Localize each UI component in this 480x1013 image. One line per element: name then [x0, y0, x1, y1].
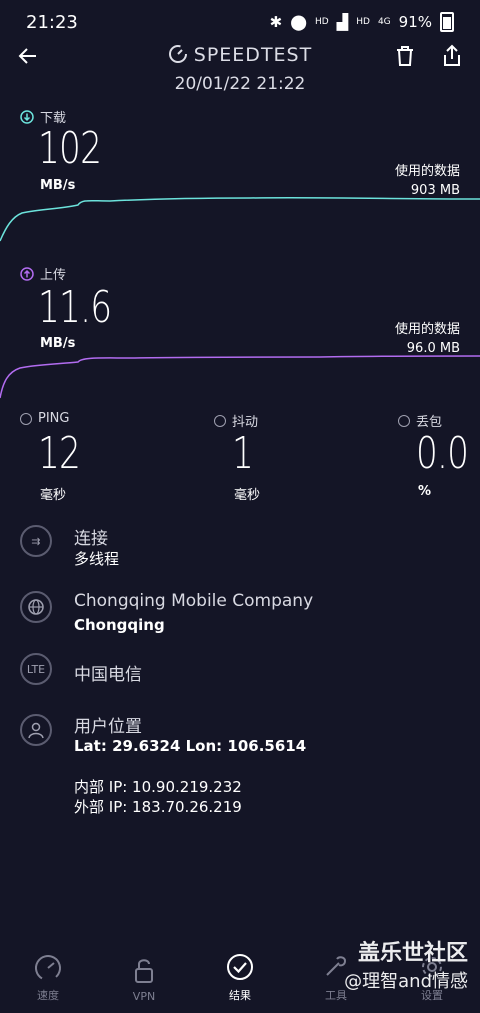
- loss-value: 0.0: [416, 428, 469, 479]
- nav-vpn-label: VPN: [132, 990, 156, 1003]
- download-graph: [0, 196, 480, 242]
- jitter-icon: [214, 414, 226, 427]
- battery-icon: [440, 12, 454, 32]
- ping-icon: [20, 412, 32, 425]
- download-value: 102: [38, 123, 102, 174]
- trash-icon[interactable]: [394, 45, 416, 67]
- network-type: 4G: [377, 17, 391, 27]
- external-ip: 外部 IP: 183.70.26.219: [74, 798, 242, 816]
- status-icons: ✱ ⬤ HD ▟ HD 4G 91%: [270, 12, 454, 32]
- battery-percent: 91%: [398, 13, 432, 31]
- unlock-icon: [135, 959, 153, 983]
- upload-graph: [0, 355, 480, 399]
- hd-badge-2: HD: [356, 17, 370, 27]
- ping-value: 12: [38, 428, 81, 479]
- jitter-unit: 毫秒: [234, 488, 261, 503]
- watermark: 盖乐世社区 @理智and情感: [344, 935, 468, 993]
- lte-icon: LTE: [20, 653, 52, 685]
- watermark-line1: 盖乐世社区: [357, 941, 468, 966]
- download-arrow-icon: [20, 109, 34, 124]
- packet-loss-icon: [398, 414, 410, 427]
- ping-label: PING: [38, 411, 70, 426]
- app-title: SPEEDTEST: [193, 44, 313, 66]
- nav-speed[interactable]: 速度: [8, 953, 88, 1003]
- upload-label-row: 上传: [20, 264, 66, 283]
- status-time: 21:23: [26, 12, 78, 33]
- test-date: 20/01/22 21:22: [174, 74, 306, 94]
- globe-icon: [20, 591, 52, 623]
- location-title: 用户位置: [74, 717, 142, 737]
- nav-results[interactable]: 结果: [200, 953, 280, 1003]
- ping-label-row: PING: [20, 411, 69, 426]
- upload-unit: MB/s: [40, 336, 76, 351]
- nav-vpn[interactable]: VPN: [104, 956, 184, 1003]
- server-title[interactable]: Chongqing Mobile Company: [74, 591, 313, 611]
- connection-icon: ⇉: [20, 525, 52, 557]
- server-location: Chongqing: [74, 616, 165, 634]
- connection-value: 多线程: [74, 550, 120, 568]
- carrier-name: 中国电信: [74, 665, 142, 685]
- upload-arrow-icon: [20, 266, 34, 281]
- ping-unit: 毫秒: [40, 488, 67, 503]
- download-unit: MB/s: [40, 178, 76, 193]
- signal-icon: ▟: [336, 13, 349, 31]
- upload-label: 上传: [40, 268, 67, 283]
- nav-speed-label: 速度: [37, 989, 59, 1002]
- location-icon: ⬤: [290, 13, 307, 31]
- nav-results-label: 结果: [229, 989, 251, 1002]
- status-bar: 21:23 ✱ ⬤ HD ▟ HD 4G 91%: [0, 0, 480, 44]
- speedometer-icon: [35, 955, 61, 981]
- hd-badge: HD: [315, 17, 329, 27]
- download-data-label: 使用的数据: [394, 164, 460, 179]
- user-location-icon: [20, 714, 52, 746]
- connection-title: 连接: [74, 529, 108, 549]
- watermark-line2: @理智and情感: [344, 971, 468, 992]
- speedtest-logo-icon: [168, 45, 187, 63]
- share-icon[interactable]: [441, 44, 463, 68]
- upload-data-label: 使用的数据: [394, 322, 460, 337]
- loss-unit: %: [418, 484, 432, 499]
- location-coords: Lat: 29.6324 Lon: 106.5614: [74, 737, 307, 755]
- internal-ip: 内部 IP: 10.90.219.232: [74, 778, 242, 796]
- upload-value: 11.6: [38, 282, 112, 333]
- jitter-value: 1: [232, 428, 254, 479]
- bluetooth-icon: ✱: [269, 13, 283, 31]
- checkmark-circle-icon: [227, 954, 253, 980]
